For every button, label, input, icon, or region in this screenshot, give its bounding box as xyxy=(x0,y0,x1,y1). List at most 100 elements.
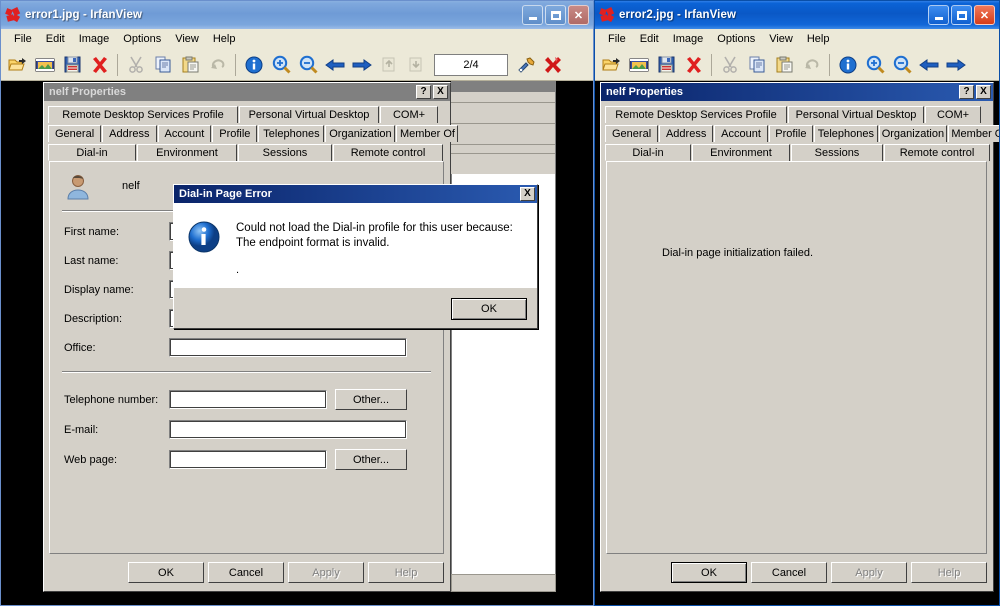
slideshow-icon[interactable] xyxy=(32,52,58,78)
tab-sessions[interactable]: Sessions xyxy=(238,144,332,161)
telephone-other-button[interactable]: Other... xyxy=(335,389,407,410)
toolbar-left[interactable]: 2/4 xyxy=(1,49,593,81)
zoom-out-icon[interactable] xyxy=(889,52,915,78)
info-icon[interactable] xyxy=(835,52,861,78)
menu-file-right[interactable]: File xyxy=(601,31,633,47)
toolbar-right[interactable] xyxy=(595,49,999,81)
tab-remote-control[interactable]: Remote control xyxy=(884,144,990,161)
help-button-left[interactable]: ? xyxy=(416,85,431,99)
field-input-email[interactable] xyxy=(169,420,407,439)
cut-icon[interactable] xyxy=(717,52,743,78)
ok-button-left[interactable]: OK xyxy=(128,562,204,583)
window-titlebar-left[interactable]: error1.jpg - IrfanView ✕ xyxy=(1,1,593,29)
maximize-button-left[interactable] xyxy=(545,5,566,25)
paste-icon[interactable] xyxy=(771,52,797,78)
menu-file-left[interactable]: File xyxy=(7,31,39,47)
zoom-out-icon[interactable] xyxy=(295,52,321,78)
tab-member-of[interactable]: Member Of xyxy=(947,125,999,142)
error-dialog-titlebar[interactable]: Dial-in Page Error X xyxy=(174,185,537,203)
cancel-button-left[interactable]: Cancel xyxy=(208,562,284,583)
tab-personal-virtual-desktop[interactable]: Personal Virtual Desktop xyxy=(239,106,379,123)
tab-com-plus[interactable]: COM+ xyxy=(925,106,981,123)
tab-account[interactable]: Account xyxy=(714,125,768,142)
menu-image-right[interactable]: Image xyxy=(666,31,711,47)
error-dialog[interactable]: Dial-in Page Error X Could not load the … xyxy=(173,184,538,329)
ok-button-right[interactable]: OK xyxy=(671,562,747,583)
menu-edit-right[interactable]: Edit xyxy=(633,31,666,47)
tab-environment[interactable]: Environment xyxy=(692,144,790,161)
irfanview-window-left[interactable]: error1.jpg - IrfanView ✕ File Edit Image… xyxy=(0,0,594,606)
dialog-close-button-right[interactable]: X xyxy=(976,85,991,99)
tab-row-1-right[interactable]: Remote Desktop Services Profile Personal… xyxy=(601,106,993,123)
close-button-right[interactable]: ✕ xyxy=(974,5,995,25)
next-icon[interactable] xyxy=(943,52,969,78)
error-dialog-close-button[interactable]: X xyxy=(520,187,535,201)
minimize-button-left[interactable] xyxy=(522,5,543,25)
open-folder-icon[interactable] xyxy=(5,52,31,78)
dialog-footer-right[interactable]: OK Cancel Apply Help xyxy=(671,562,987,583)
properties-dialog-left[interactable]: nelf Properties ? X Remote Desktop Servi… xyxy=(43,82,459,592)
menu-options-left[interactable]: Options xyxy=(116,31,168,47)
last-page-icon[interactable] xyxy=(403,52,429,78)
info-icon[interactable] xyxy=(241,52,267,78)
tab-general[interactable]: General xyxy=(605,125,659,142)
tab-telephones[interactable]: Telephones xyxy=(258,125,325,142)
maximize-button-right[interactable] xyxy=(951,5,972,25)
undo-icon[interactable] xyxy=(204,52,230,78)
tab-remote-desktop-services-profile[interactable]: Remote Desktop Services Profile xyxy=(605,106,787,123)
tab-row-2-left[interactable]: General Address Account Profile Telephon… xyxy=(44,125,459,142)
menu-view-left[interactable]: View xyxy=(168,31,206,47)
menu-help-left[interactable]: Help xyxy=(206,31,243,47)
help-button-right[interactable]: ? xyxy=(959,85,974,99)
tab-profile[interactable]: Profile xyxy=(768,125,813,142)
menu-view-right[interactable]: View xyxy=(762,31,800,47)
properties-dialog-right[interactable]: nelf Properties ? X Remote Desktop Servi… xyxy=(600,82,999,592)
delete-icon[interactable] xyxy=(86,52,112,78)
tab-organization[interactable]: Organization xyxy=(325,125,396,142)
delete-icon[interactable] xyxy=(680,52,706,78)
field-input-telephone-number[interactable] xyxy=(169,390,327,409)
tab-environment[interactable]: Environment xyxy=(137,144,237,161)
properties-dialog-titlebar-right[interactable]: nelf Properties ? X xyxy=(601,83,993,101)
zoom-in-icon[interactable] xyxy=(268,52,294,78)
previous-icon[interactable] xyxy=(322,52,348,78)
open-folder-icon[interactable] xyxy=(599,52,625,78)
next-icon[interactable] xyxy=(349,52,375,78)
error-ok-button[interactable]: OK xyxy=(451,298,527,320)
dialog-footer-left[interactable]: OK Cancel Apply Help xyxy=(128,562,444,583)
menu-image-left[interactable]: Image xyxy=(72,31,117,47)
tab-com-plus[interactable]: COM+ xyxy=(380,106,438,123)
properties-dialog-titlebar-left[interactable]: nelf Properties ? X xyxy=(44,83,450,101)
menubar-left[interactable]: File Edit Image Options View Help xyxy=(1,29,593,49)
tab-address[interactable]: Address xyxy=(659,125,714,142)
save-icon[interactable] xyxy=(653,52,679,78)
zoom-in-icon[interactable] xyxy=(862,52,888,78)
error-dialog-footer[interactable]: OK xyxy=(174,288,537,330)
menubar-right[interactable]: File Edit Image Options View Help xyxy=(595,29,999,49)
tab-address[interactable]: Address xyxy=(102,125,157,142)
page-counter-left[interactable]: 2/4 xyxy=(434,53,508,76)
copy-icon[interactable] xyxy=(150,52,176,78)
irfanview-window-right[interactable]: error2.jpg - IrfanView ✕ File Edit Image… xyxy=(594,0,1000,606)
tab-row-3-left[interactable]: Dial-in Environment Sessions Remote cont… xyxy=(44,144,450,161)
close-button-left[interactable]: ✕ xyxy=(568,5,589,25)
undo-icon[interactable] xyxy=(798,52,824,78)
cancel-button-right[interactable]: Cancel xyxy=(751,562,827,583)
tab-telephones[interactable]: Telephones xyxy=(813,125,878,142)
window-titlebar-right[interactable]: error2.jpg - IrfanView ✕ xyxy=(595,1,999,29)
paste-icon[interactable] xyxy=(177,52,203,78)
window-controls-right[interactable]: ✕ xyxy=(928,5,995,25)
menu-options-right[interactable]: Options xyxy=(710,31,762,47)
field-input-office[interactable] xyxy=(169,338,407,357)
tab-remote-control[interactable]: Remote control xyxy=(333,144,443,161)
window-controls-left[interactable]: ✕ xyxy=(522,5,589,25)
tab-sessions[interactable]: Sessions xyxy=(791,144,883,161)
tab-member-of[interactable]: Member Of xyxy=(396,125,459,142)
tab-remote-desktop-services-profile[interactable]: Remote Desktop Services Profile xyxy=(48,106,238,123)
webpage-other-button[interactable]: Other... xyxy=(335,449,407,470)
exit-icon[interactable] xyxy=(540,52,566,78)
tab-account[interactable]: Account xyxy=(157,125,212,142)
menu-edit-left[interactable]: Edit xyxy=(39,31,72,47)
menu-help-right[interactable]: Help xyxy=(800,31,837,47)
dialog-close-button-left[interactable]: X xyxy=(433,85,448,99)
